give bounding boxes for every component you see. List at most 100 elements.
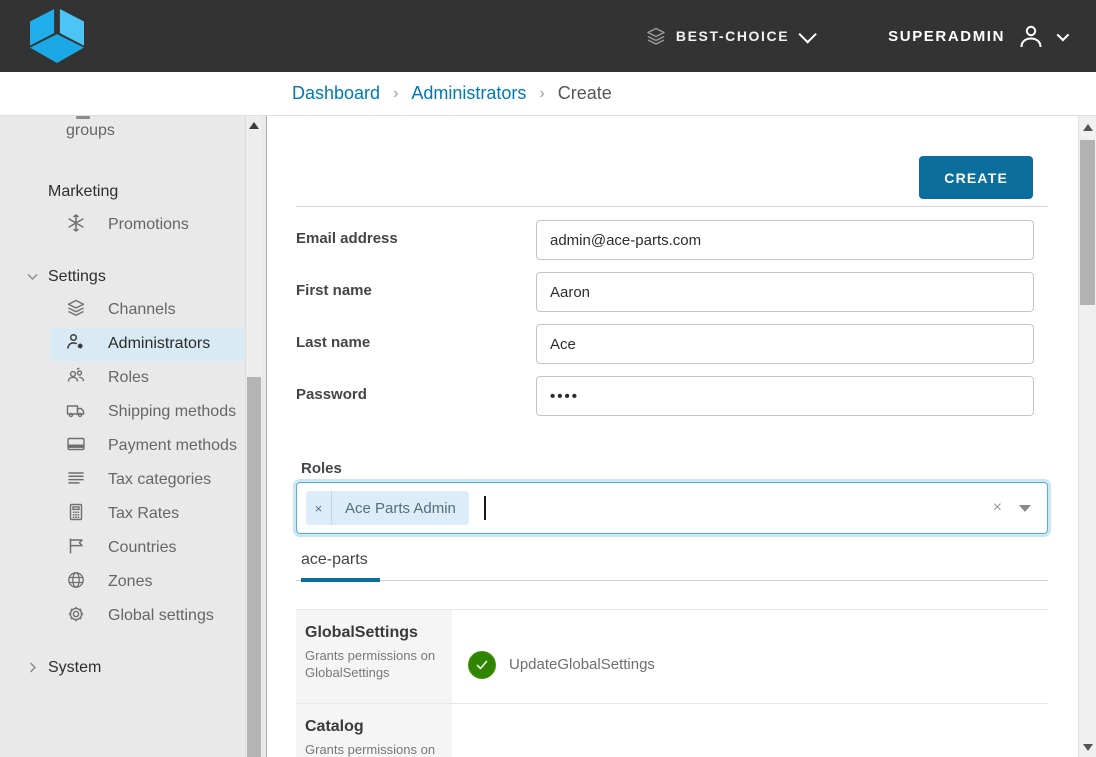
password-label: Password bbox=[296, 376, 536, 416]
app-logo-icon[interactable] bbox=[28, 9, 86, 63]
form-row-last-name: Last name bbox=[296, 324, 1048, 364]
administrator-form: Email address First name Last name Passw… bbox=[296, 220, 1048, 416]
scroll-down-icon[interactable] bbox=[1083, 744, 1093, 751]
first-name-label: First name bbox=[296, 272, 536, 312]
first-name-field[interactable] bbox=[536, 272, 1034, 312]
tax-categories-icon bbox=[66, 468, 86, 488]
breadcrumb: Dashboard › Administrators › Create bbox=[0, 72, 1096, 116]
shipping-methods-icon bbox=[66, 400, 86, 420]
top-bar: BEST-CHOICE SUPERADMIN bbox=[0, 0, 1096, 72]
countries-icon bbox=[66, 536, 86, 556]
text-caret bbox=[484, 496, 486, 520]
breadcrumb-administrators[interactable]: Administrators bbox=[411, 83, 526, 104]
permission-group-description: Grants permissions on Products, Facets bbox=[305, 741, 444, 757]
toggle-on-icon[interactable] bbox=[468, 651, 496, 679]
channel-name: BEST-CHOICE bbox=[676, 28, 789, 44]
roles-label: Roles bbox=[296, 460, 1048, 477]
create-button[interactable]: CREATE bbox=[919, 156, 1033, 199]
sidebar-item-shipping-methods[interactable]: Shipping methods bbox=[50, 400, 244, 424]
permission-row-catalog: Catalog Grants permissions on Products, … bbox=[296, 703, 1048, 757]
sidebar-item-countries[interactable]: Countries bbox=[50, 536, 244, 560]
tab-ace-parts[interactable]: ace-parts bbox=[301, 548, 380, 582]
scroll-up-icon[interactable] bbox=[1083, 124, 1093, 131]
sidebar-section-system[interactable]: System bbox=[0, 658, 266, 677]
chip-remove-icon[interactable]: × bbox=[306, 491, 332, 525]
main-content: CREATE Email address First name Last nam… bbox=[267, 116, 1096, 757]
topbar-right: BEST-CHOICE SUPERADMIN bbox=[646, 23, 1066, 49]
sidebar-scrollbar[interactable] bbox=[245, 116, 262, 757]
main-scrollbar[interactable] bbox=[1078, 116, 1096, 757]
sidebar-scroll-up-icon[interactable] bbox=[249, 122, 259, 129]
email-label: Email address bbox=[296, 220, 536, 260]
permission-row-globalsettings: GlobalSettings Grants permissions on Glo… bbox=[296, 609, 1048, 703]
sidebar-item-customer-groups-clipped[interactable]: groups bbox=[0, 121, 266, 140]
sidebar-item-payment-methods[interactable]: Payment methods bbox=[50, 434, 244, 458]
user-icon bbox=[1017, 23, 1045, 49]
sidebar-nav: groups Marketing Promotions Settings bbox=[0, 116, 267, 757]
roles-select[interactable]: × Ace Parts Admin × bbox=[296, 482, 1048, 534]
password-field[interactable] bbox=[536, 376, 1034, 416]
zones-icon bbox=[66, 570, 86, 590]
settings-items: Channels Administrators bbox=[0, 298, 266, 628]
user-name: SUPERADMIN bbox=[888, 28, 1005, 45]
email-field[interactable] bbox=[536, 220, 1034, 260]
channel-layers-icon bbox=[646, 26, 666, 46]
user-menu[interactable]: SUPERADMIN bbox=[888, 23, 1066, 49]
sidebar-item-tax-rates[interactable]: Tax Rates bbox=[50, 502, 244, 526]
action-bar: CREATE bbox=[296, 116, 1048, 207]
marketing-items: Promotions bbox=[0, 213, 266, 237]
last-name-label: Last name bbox=[296, 324, 536, 364]
breadcrumb-current: Create bbox=[558, 83, 612, 104]
permission-read-catalog: ReadCatalog bbox=[703, 720, 926, 757]
permission-group-title: Catalog bbox=[305, 717, 444, 737]
sidebar-item-promotions[interactable]: Promotions bbox=[50, 213, 244, 237]
roles-icon bbox=[66, 366, 86, 386]
permission-cells: CreateCatalog ReadCatalog bbox=[452, 704, 1096, 757]
breadcrumb-separator: › bbox=[539, 85, 544, 103]
sidebar-item-global-settings[interactable]: Global settings bbox=[50, 604, 244, 628]
permission-group-header: Catalog Grants permissions on Products, … bbox=[296, 704, 452, 757]
sidebar-scrollbar-thumb[interactable] bbox=[247, 377, 261, 757]
sidebar-section-settings[interactable]: Settings bbox=[0, 267, 266, 286]
permission-label: UpdateGlobalSettings bbox=[509, 656, 655, 673]
chip-label: Ace Parts Admin bbox=[332, 491, 469, 525]
permission-group-header: GlobalSettings Grants permissions on Glo… bbox=[296, 610, 452, 703]
permission-update-catalog: UpdateCatalog bbox=[926, 720, 1096, 757]
last-name-field[interactable] bbox=[536, 324, 1034, 364]
sidebar-item-administrators[interactable]: Administrators bbox=[50, 332, 244, 356]
payment-methods-icon bbox=[66, 434, 86, 454]
channel-tabs: ace-parts bbox=[296, 548, 1048, 581]
channel-switcher[interactable]: BEST-CHOICE bbox=[646, 26, 812, 46]
global-settings-icon bbox=[66, 604, 86, 624]
permissions-table: GlobalSettings Grants permissions on Glo… bbox=[296, 609, 1048, 757]
permission-group-title: GlobalSettings bbox=[305, 623, 444, 643]
channel-chevron-down-icon bbox=[799, 25, 817, 43]
sidebar-item-zones[interactable]: Zones bbox=[50, 570, 244, 594]
breadcrumb-dashboard[interactable]: Dashboard bbox=[292, 83, 380, 104]
form-row-password: Password bbox=[296, 376, 1048, 416]
permission-group-description: Grants permissions on GlobalSettings bbox=[305, 647, 444, 681]
main-scrollbar-thumb[interactable] bbox=[1080, 140, 1095, 305]
form-row-email: Email address bbox=[296, 220, 1048, 260]
permission-update-globalsettings: UpdateGlobalSettings bbox=[468, 626, 703, 703]
clipped-customer-groups-icon bbox=[76, 116, 90, 119]
administrators-icon bbox=[66, 332, 86, 352]
role-chip: × Ace Parts Admin bbox=[306, 491, 469, 525]
permission-create-catalog: CreateCatalog bbox=[468, 720, 703, 757]
user-chevron-down-icon bbox=[1057, 28, 1070, 41]
promotions-icon bbox=[66, 213, 86, 233]
select-controls: × bbox=[993, 500, 1031, 516]
sidebar-section-marketing[interactable]: Marketing bbox=[0, 182, 266, 201]
sidebar-item-channels[interactable]: Channels bbox=[50, 298, 244, 322]
chevron-right-icon bbox=[26, 661, 39, 674]
sidebar-item-tax-categories[interactable]: Tax categories bbox=[50, 468, 244, 492]
dropdown-arrow-icon[interactable] bbox=[1019, 505, 1031, 512]
channels-icon bbox=[66, 298, 86, 318]
chevron-down-icon bbox=[26, 270, 39, 283]
permission-cells: UpdateGlobalSettings bbox=[452, 610, 1048, 703]
tax-rates-icon bbox=[66, 502, 86, 522]
breadcrumb-separator: › bbox=[393, 85, 398, 103]
clear-selection-icon[interactable]: × bbox=[993, 500, 1002, 516]
form-row-first-name: First name bbox=[296, 272, 1048, 312]
sidebar-item-roles[interactable]: Roles bbox=[50, 366, 244, 390]
